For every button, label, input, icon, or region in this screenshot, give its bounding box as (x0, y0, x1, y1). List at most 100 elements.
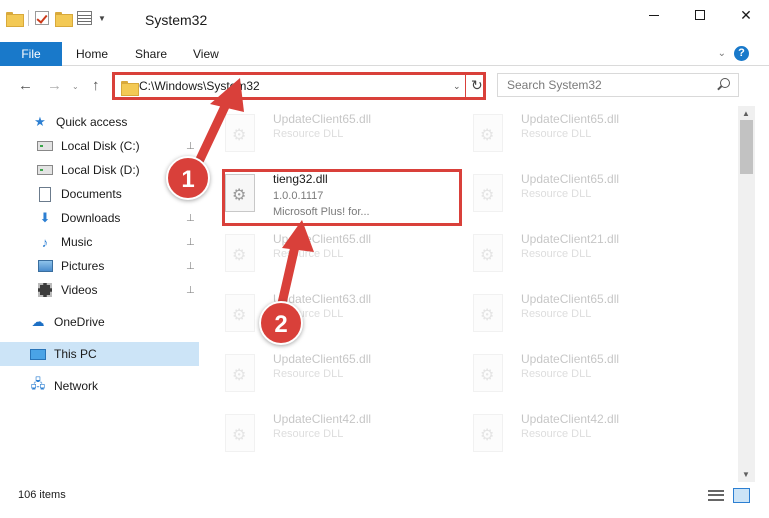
search-input[interactable]: Search System32 (497, 73, 739, 97)
toolbar-separator (28, 10, 29, 26)
sidebar-item-this-pc[interactable]: This PC (0, 342, 199, 366)
sidebar-item-music[interactable]: ♪ Music ⊥ (0, 230, 205, 254)
file-type: Resource DLL (521, 248, 592, 260)
file-item[interactable]: UpdateClient65.dll Resource DLL (453, 286, 688, 344)
window-title: System32 (145, 12, 208, 28)
tab-view[interactable]: View (193, 42, 219, 66)
file-name: UpdateClient42.dll (521, 412, 620, 426)
file-item[interactable]: UpdateClient65.dll Resource DLL (205, 226, 440, 284)
file-type: Resource DLL (521, 368, 592, 380)
dll-file-icon (225, 114, 255, 152)
pin-icon[interactable]: ⊥ (186, 141, 195, 152)
search-placeholder: Search System32 (507, 78, 602, 92)
dll-file-icon (473, 114, 503, 152)
large-icons-view-icon[interactable] (733, 488, 750, 503)
title-bar: ▼ System32 ✕ (0, 0, 769, 40)
network-icon: 🖧 (30, 376, 46, 391)
refresh-icon[interactable]: ↻ (471, 77, 483, 94)
details-view-icon[interactable] (708, 490, 724, 501)
pin-icon[interactable]: ⊥ (186, 213, 195, 224)
this-pc-icon (30, 346, 46, 362)
address-row: ← → ⌄ ↑ C:\Windows\System32 ⌄ ↻ Search S… (0, 70, 769, 102)
search-icon[interactable] (720, 78, 730, 88)
sidebar-item-label: Local Disk (C:) (61, 139, 140, 153)
quick-access-toolbar: ▼ (6, 10, 106, 27)
item-count: 106 items (18, 489, 66, 501)
sidebar-item-pictures[interactable]: Pictures ⊥ (0, 254, 205, 278)
expand-ribbon-icon[interactable]: ⌄ (718, 48, 726, 59)
file-item[interactable]: UpdateClient42.dll Resource DLL (205, 406, 440, 464)
pin-icon[interactable]: ⊥ (186, 285, 195, 296)
dll-file-icon (473, 294, 503, 332)
file-item[interactable]: UpdateClient63.dll Resource DLL (205, 286, 440, 344)
sidebar-item-label: Documents (61, 187, 122, 201)
maximize-icon (695, 10, 705, 20)
dll-file-icon (225, 234, 255, 272)
dll-file-icon (473, 234, 503, 272)
sidebar-item-downloads[interactable]: ⬇ Downloads ⊥ (0, 206, 205, 230)
sidebar-item-onedrive[interactable]: ☁ OneDrive (0, 310, 205, 334)
file-item[interactable]: UpdateClient65.dll Resource DLL (453, 346, 688, 404)
sidebar-item-network[interactable]: 🖧 Network (0, 374, 205, 398)
file-item[interactable]: UpdateClient65.dll Resource DLL (453, 166, 688, 224)
new-folder-icon[interactable] (55, 11, 73, 27)
tab-home[interactable]: Home (76, 42, 108, 66)
maximize-button[interactable] (677, 0, 723, 30)
up-arrow-icon[interactable]: ↑ (92, 77, 100, 94)
properties-check-icon[interactable] (35, 11, 49, 25)
sidebar-item-local-disk-c[interactable]: Local Disk (C:) ⊥ (0, 134, 205, 158)
tab-share[interactable]: Share (135, 42, 167, 66)
sidebar-item-label: Music (61, 235, 93, 249)
address-history-chevron-icon[interactable]: ⌄ (453, 81, 461, 92)
close-button[interactable]: ✕ (723, 0, 769, 30)
file-type: Resource DLL (273, 368, 344, 380)
file-item[interactable]: UpdateClient21.dll Resource DLL (453, 226, 688, 284)
dll-file-icon (473, 174, 503, 212)
customize-toolbar-icon[interactable] (77, 11, 92, 25)
window-controls: ✕ (631, 0, 769, 30)
back-arrow-icon[interactable]: ← (18, 77, 33, 94)
file-item[interactable]: UpdateClient65.dll Resource DLL (453, 106, 688, 164)
sidebar-item-label: Videos (61, 283, 98, 297)
file-name: UpdateClient65.dll (273, 232, 372, 246)
vertical-scrollbar[interactable]: ▲ ▼ (738, 106, 755, 482)
status-bar: 106 items (0, 484, 769, 506)
minimize-button[interactable] (631, 0, 677, 30)
file-name: UpdateClient65.dll (273, 112, 372, 126)
file-type: Resource DLL (273, 428, 344, 440)
address-divider (465, 75, 466, 97)
close-icon: ✕ (740, 6, 752, 23)
minimize-icon (649, 14, 659, 16)
pictures-icon (37, 258, 53, 274)
qat-dropdown-icon[interactable]: ▼ (98, 14, 106, 23)
pin-icon[interactable]: ⊥ (186, 261, 195, 272)
file-type: Resource DLL (521, 428, 592, 440)
forward-arrow-icon[interactable]: → (47, 77, 62, 94)
sidebar-item-videos[interactable]: Videos ⊥ (0, 278, 205, 302)
file-item[interactable]: UpdateClient65.dll Resource DLL (205, 346, 440, 404)
scroll-down-icon[interactable]: ▼ (742, 470, 750, 479)
help-icon[interactable]: ? (734, 46, 749, 61)
file-name: UpdateClient42.dll (273, 412, 372, 426)
sidebar-item-label: Quick access (56, 115, 128, 129)
videos-icon (37, 282, 53, 298)
documents-icon (37, 186, 53, 202)
address-bar[interactable]: C:\Windows\System32 ⌄ ↻ (112, 72, 486, 100)
address-path[interactable]: C:\Windows\System32 (139, 79, 260, 93)
scroll-up-icon[interactable]: ▲ (742, 109, 750, 118)
star-icon: ★ (34, 114, 46, 129)
tab-file[interactable]: File (0, 42, 62, 66)
sidebar-item-quick-access[interactable]: ★ Quick access (0, 110, 205, 134)
file-name: UpdateClient65.dll (273, 352, 372, 366)
dll-file-icon (225, 294, 255, 332)
file-item[interactable]: UpdateClient42.dll Resource DLL (453, 406, 688, 464)
scrollbar-thumb[interactable] (740, 120, 753, 174)
pin-icon[interactable]: ⊥ (186, 237, 195, 248)
file-type: Resource DLL (273, 128, 344, 140)
music-icon: ♪ (41, 234, 49, 250)
sidebar-item-label: Local Disk (D:) (61, 163, 140, 177)
file-item[interactable]: UpdateClient65.dll Resource DLL (205, 106, 440, 164)
file-name: UpdateClient65.dll (521, 292, 620, 306)
dll-file-icon (225, 354, 255, 392)
recent-locations-icon[interactable]: ⌄ (72, 82, 79, 91)
